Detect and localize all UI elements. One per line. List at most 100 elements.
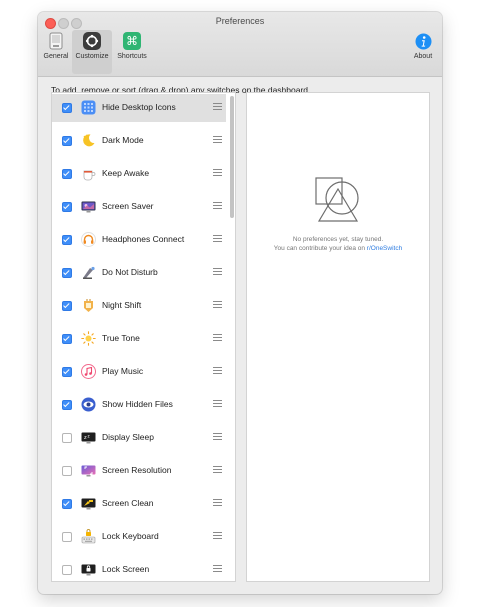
dark-mode-icon — [80, 132, 96, 148]
keep-awake-icon — [80, 165, 96, 181]
switch-label: Screen Resolution — [102, 465, 172, 475]
command-key-icon: ⌘ — [123, 32, 141, 50]
switch-label: True Tone — [102, 333, 140, 343]
empty-state-line2: You can contribute your idea on r/OneSwi… — [247, 244, 429, 253]
titlebar: Preferences General Customize ⌘ Shortcut… — [38, 12, 442, 77]
list-item[interactable]: Dark Mode — [52, 127, 226, 155]
switch-label: Show Hidden Files — [102, 399, 173, 409]
list-item[interactable]: Screen Saver — [52, 193, 226, 221]
oneswitch-link[interactable]: r/OneSwitch — [367, 245, 402, 252]
switch-checkbox[interactable] — [62, 235, 72, 245]
drag-handle-icon[interactable] — [213, 202, 222, 209]
switch-checkbox[interactable] — [62, 466, 72, 476]
empty-state-shapes-icon — [315, 177, 359, 222]
drag-handle-icon[interactable] — [213, 334, 222, 341]
switch-list[interactable]: Hide Desktop Icons Dark Mode Keep Awake Scr… — [51, 92, 236, 582]
list-item[interactable]: Screen Resolution — [52, 457, 226, 485]
list-item[interactable]: Screen Clean — [52, 490, 226, 518]
true-tone-icon — [80, 330, 96, 346]
drag-handle-icon[interactable] — [213, 301, 222, 308]
drag-handle-icon[interactable] — [213, 565, 222, 572]
window-title: Preferences — [215, 16, 265, 26]
drag-handle-icon[interactable] — [213, 136, 222, 143]
drag-handle-icon[interactable] — [213, 433, 222, 440]
headphones-icon — [80, 231, 96, 247]
info-icon — [414, 32, 432, 50]
drag-handle-icon[interactable] — [213, 268, 222, 275]
list-item[interactable]: Lock Keyboard — [52, 523, 226, 551]
switch-label: Keep Awake — [102, 168, 150, 178]
empty-state-line1: No preferences yet, stay tuned. — [292, 236, 384, 243]
switch-label: Hide Desktop Icons — [102, 102, 176, 112]
list-item[interactable]: Headphones Connect — [52, 226, 226, 254]
night-shift-icon — [80, 297, 96, 313]
drag-handle-icon[interactable] — [213, 499, 222, 506]
switch-label: Night Shift — [102, 300, 142, 310]
list-item[interactable]: z z Display Sleep — [52, 424, 226, 452]
drag-handle-icon[interactable] — [213, 103, 222, 110]
switch-checkbox[interactable] — [62, 400, 72, 410]
drag-handle-icon[interactable] — [213, 532, 222, 539]
switch-label: Screen Saver — [102, 201, 154, 211]
tab-general-label: General — [43, 53, 69, 60]
lock-screen-icon — [80, 561, 96, 577]
list-item[interactable]: Do Not Disturb — [52, 259, 226, 287]
list-item[interactable]: Lock Screen — [52, 556, 226, 581]
list-item[interactable]: Show Hidden Files — [52, 391, 226, 419]
scrollbar-thumb[interactable] — [230, 96, 234, 218]
tab-customize-label: Customize — [75, 53, 109, 60]
tab-shortcuts[interactable]: ⌘ Shortcuts — [112, 30, 152, 74]
display-sleep-icon: zz — [80, 429, 96, 445]
drag-handle-icon[interactable] — [213, 235, 222, 242]
lock-keyboard-icon — [80, 528, 96, 544]
screen-resolution-icon — [80, 462, 96, 478]
switch-checkbox[interactable] — [62, 301, 72, 311]
switch-checkbox[interactable] — [62, 532, 72, 542]
list-item[interactable]: Keep Awake — [52, 160, 226, 188]
switch-label: Screen Clean — [102, 498, 154, 508]
list-item[interactable]: Play Music — [52, 358, 226, 386]
drag-handle-icon[interactable] — [213, 169, 222, 176]
show-hidden-files-icon — [80, 396, 96, 412]
switch-label: Play Music — [102, 366, 144, 376]
empty-state-text: No preferences yet, stay tuned. You can … — [247, 235, 429, 253]
drag-handle-icon[interactable] — [213, 400, 222, 407]
list-item[interactable]: Hide Desktop Icons — [52, 94, 226, 122]
drag-handle-icon[interactable] — [213, 466, 222, 473]
list-item[interactable]: Night Shift — [52, 292, 226, 320]
switch-label: Do Not Disturb — [102, 267, 158, 277]
switch-checkbox[interactable] — [62, 433, 72, 443]
svg-text:z: z — [87, 433, 89, 438]
switch-detail-panel: No preferences yet, stay tuned. You can … — [246, 92, 430, 582]
switch-label: Lock Screen — [102, 564, 150, 574]
switch-label: Dark Mode — [102, 135, 144, 145]
preferences-window: Preferences General Customize ⌘ Shortcut… — [38, 12, 442, 594]
do-not-disturb-icon — [80, 264, 96, 280]
switch-checkbox[interactable] — [62, 169, 72, 179]
switch-label: Headphones Connect — [102, 234, 185, 244]
play-music-icon — [80, 363, 96, 379]
switch-checkbox[interactable] — [62, 334, 72, 344]
switch-checkbox[interactable] — [62, 103, 72, 113]
switch-label: Lock Keyboard — [102, 531, 159, 541]
screen-clean-icon — [80, 495, 96, 511]
switch-checkbox[interactable] — [62, 136, 72, 146]
drag-handle-icon[interactable] — [213, 367, 222, 374]
list-item[interactable]: True Tone — [52, 325, 226, 353]
screen-saver-icon — [80, 198, 96, 214]
tab-customize[interactable]: Customize — [72, 30, 112, 74]
switch-checkbox[interactable] — [62, 268, 72, 278]
tab-about[interactable]: About — [408, 30, 438, 74]
switch-checkbox[interactable] — [62, 565, 72, 575]
switch-checkbox[interactable] — [62, 367, 72, 377]
switch-label: Display Sleep — [102, 432, 154, 442]
general-icon — [47, 32, 65, 50]
customize-icon — [83, 32, 101, 50]
tab-shortcuts-label: Shortcuts — [117, 53, 147, 60]
tab-general[interactable]: General — [40, 30, 72, 74]
switch-checkbox[interactable] — [62, 499, 72, 509]
tab-about-label: About — [413, 53, 433, 60]
empty-state-line2-text: You can contribute your idea on — [273, 245, 367, 252]
switch-checkbox[interactable] — [62, 202, 72, 212]
hide-desktop-icon — [80, 99, 96, 115]
